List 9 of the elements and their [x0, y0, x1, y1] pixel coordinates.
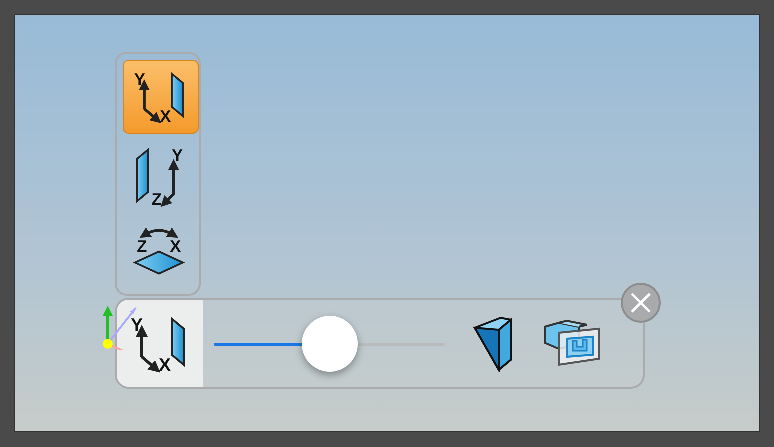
close-button[interactable]	[621, 283, 661, 323]
plane-button[interactable]: Y Z	[123, 136, 199, 210]
slider-thumb[interactable]	[302, 316, 358, 372]
wedge-icon[interactable]	[473, 316, 515, 372]
current-plane-button[interactable]: Y X	[117, 300, 203, 387]
close-icon	[630, 292, 652, 314]
section-box-icon[interactable]	[543, 318, 603, 368]
plane-button[interactable]: Z X	[123, 212, 199, 286]
plane-button[interactable]: Y X	[123, 60, 199, 134]
